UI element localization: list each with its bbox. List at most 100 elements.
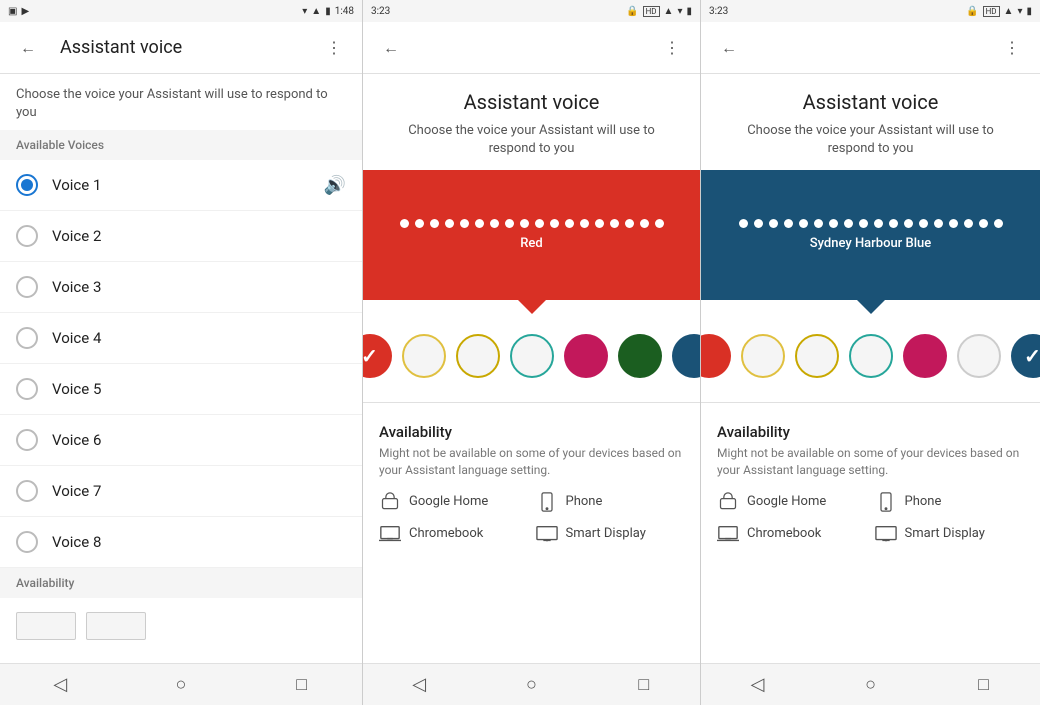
radio-voice-5[interactable]: [16, 378, 38, 400]
more-button-right[interactable]: ⋮: [996, 32, 1028, 64]
avail-smart-display-mid: Smart Display: [536, 523, 685, 545]
nav-back-right[interactable]: ◁: [738, 665, 778, 705]
swatch-yellow-right[interactable]: [741, 334, 785, 378]
swatch-navy-right[interactable]: ✓: [1011, 334, 1040, 378]
smart-display-label-right: Smart Display: [905, 526, 985, 541]
dot-13: [580, 219, 589, 228]
battery-mid: ▮: [686, 6, 692, 17]
dot-11: [550, 219, 559, 228]
nav-recents-mid[interactable]: □: [624, 665, 664, 705]
nav-home-right[interactable]: ○: [851, 665, 891, 705]
avail-title-right: Availability: [717, 423, 1024, 441]
radio-voice-2[interactable]: [16, 225, 38, 247]
swatch-gold-mid[interactable]: [456, 334, 500, 378]
swatch-pink-mid[interactable]: [564, 334, 608, 378]
divider-mid: [363, 402, 700, 403]
swatch-teal-right[interactable]: [849, 334, 893, 378]
chromebook-label-right: Chromebook: [747, 526, 821, 541]
avail-section-mid: Availability Might not be available on s…: [363, 411, 700, 553]
voice-item-6[interactable]: Voice 6: [0, 415, 362, 466]
swatch-navy-mid[interactable]: [672, 334, 702, 378]
voice-item-5[interactable]: Voice 5: [0, 364, 362, 415]
back-button-right[interactable]: ←: [713, 32, 745, 64]
phone-label-mid: Phone: [566, 494, 603, 509]
swatches-row-right: ✓: [701, 306, 1040, 394]
availability-section-header-left: Availability: [0, 568, 362, 598]
dot-16: [625, 219, 634, 228]
swatch-red-mid[interactable]: ✓: [363, 334, 392, 378]
back-button-mid[interactable]: ←: [375, 32, 407, 64]
voice-item-1[interactable]: Voice 1 🔊: [0, 160, 362, 211]
chromebook-label-mid: Chromebook: [409, 526, 483, 541]
voice-item-2[interactable]: Voice 2: [0, 211, 362, 262]
more-button-left[interactable]: ⋮: [318, 32, 350, 64]
time-right: 3:23: [709, 6, 728, 17]
smart-display-icon-mid: [536, 523, 558, 545]
dot-2: [415, 219, 424, 228]
voice-item-8[interactable]: Voice 8: [0, 517, 362, 568]
avail-phone-mid: Phone: [536, 491, 685, 513]
avail-desc-mid: Might not be available on some of your d…: [379, 445, 684, 479]
panel-mid: 3:23 🔒 HD ▲ ▾ ▮ ← ⋮ Assistant voice Choo…: [363, 0, 701, 705]
back-button-left[interactable]: ←: [12, 32, 44, 64]
partial-box-2: [86, 612, 146, 640]
status-bar-mid: 3:23 🔒 HD ▲ ▾ ▮: [363, 0, 700, 22]
signal-mid: ▲: [664, 6, 674, 17]
chromebook-icon-mid: [379, 523, 401, 545]
app-icon2-left: ▶: [21, 6, 29, 17]
color-name-right: Sydney Harbour Blue: [810, 236, 931, 251]
app-icon-left: ▣: [8, 6, 17, 17]
top-bar-left: ← Assistant voice ⋮: [0, 22, 362, 74]
voice-label-1: Voice 1: [52, 176, 324, 194]
voice-label-8: Voice 8: [52, 533, 346, 551]
avail-chromebook-right: Chromebook: [717, 523, 867, 545]
partial-box-1: [16, 612, 76, 640]
dot-15: [610, 219, 619, 228]
voice-item-4[interactable]: Voice 4: [0, 313, 362, 364]
status-bar-right: 3:23 🔒 HD ▲ ▾ ▮: [701, 0, 1040, 22]
dot-18: [655, 219, 664, 228]
wifi-right: ▾: [1017, 6, 1022, 17]
swatch-red-right[interactable]: [701, 334, 731, 378]
voice-item-3[interactable]: Voice 3: [0, 262, 362, 313]
radio-voice-6[interactable]: [16, 429, 38, 451]
nav-recents-left[interactable]: □: [282, 665, 322, 705]
speaker-icon-1: 🔊: [324, 175, 346, 196]
swatch-yellow-mid[interactable]: [402, 334, 446, 378]
swatch-darkgreen-mid[interactable]: [618, 334, 662, 378]
radio-voice-8[interactable]: [16, 531, 38, 553]
radio-voice-4[interactable]: [16, 327, 38, 349]
avail-desc-right: Might not be available on some of your d…: [717, 445, 1024, 479]
chromebook-icon-right: [717, 523, 739, 545]
radio-inner-1: [21, 179, 33, 191]
nav-home-left[interactable]: ○: [161, 665, 201, 705]
voice-item-7[interactable]: Voice 7: [0, 466, 362, 517]
nav-back-left[interactable]: ◁: [40, 665, 80, 705]
radio-voice-7[interactable]: [16, 480, 38, 502]
radio-voice-3[interactable]: [16, 276, 38, 298]
battery-icon: ▮: [325, 6, 331, 17]
swatch-teal-mid[interactable]: [510, 334, 554, 378]
swatch-gold-right[interactable]: [795, 334, 839, 378]
voice-label-2: Voice 2: [52, 227, 346, 245]
radio-voice-1[interactable]: [16, 174, 38, 196]
swatch-pink-right[interactable]: [903, 334, 947, 378]
bottom-nav-mid: ◁ ○ □: [363, 663, 700, 705]
partial-avail: [0, 598, 362, 648]
color-header-mid: Red: [363, 170, 700, 300]
nav-home-mid[interactable]: ○: [511, 665, 551, 705]
nav-recents-right[interactable]: □: [964, 665, 1004, 705]
color-name-mid: Red: [520, 236, 542, 251]
dot-7: [490, 219, 499, 228]
swatch-check-red: ✓: [363, 344, 378, 368]
bottom-nav-left: ◁ ○ □: [0, 663, 362, 705]
more-button-mid[interactable]: ⋮: [656, 32, 688, 64]
subtitle-right: Choose the voice your Assistant will use…: [701, 118, 1040, 170]
swatch-darkgreen-right[interactable]: [957, 334, 1001, 378]
color-header-right: Sydney Harbour Blue: [701, 170, 1040, 300]
color-dots-mid: [400, 219, 664, 228]
dot-17: [640, 219, 649, 228]
hd-icon-right: HD: [983, 6, 1000, 17]
nav-back-mid[interactable]: ◁: [399, 665, 439, 705]
avail-section-right: Availability Might not be available on s…: [701, 411, 1040, 553]
